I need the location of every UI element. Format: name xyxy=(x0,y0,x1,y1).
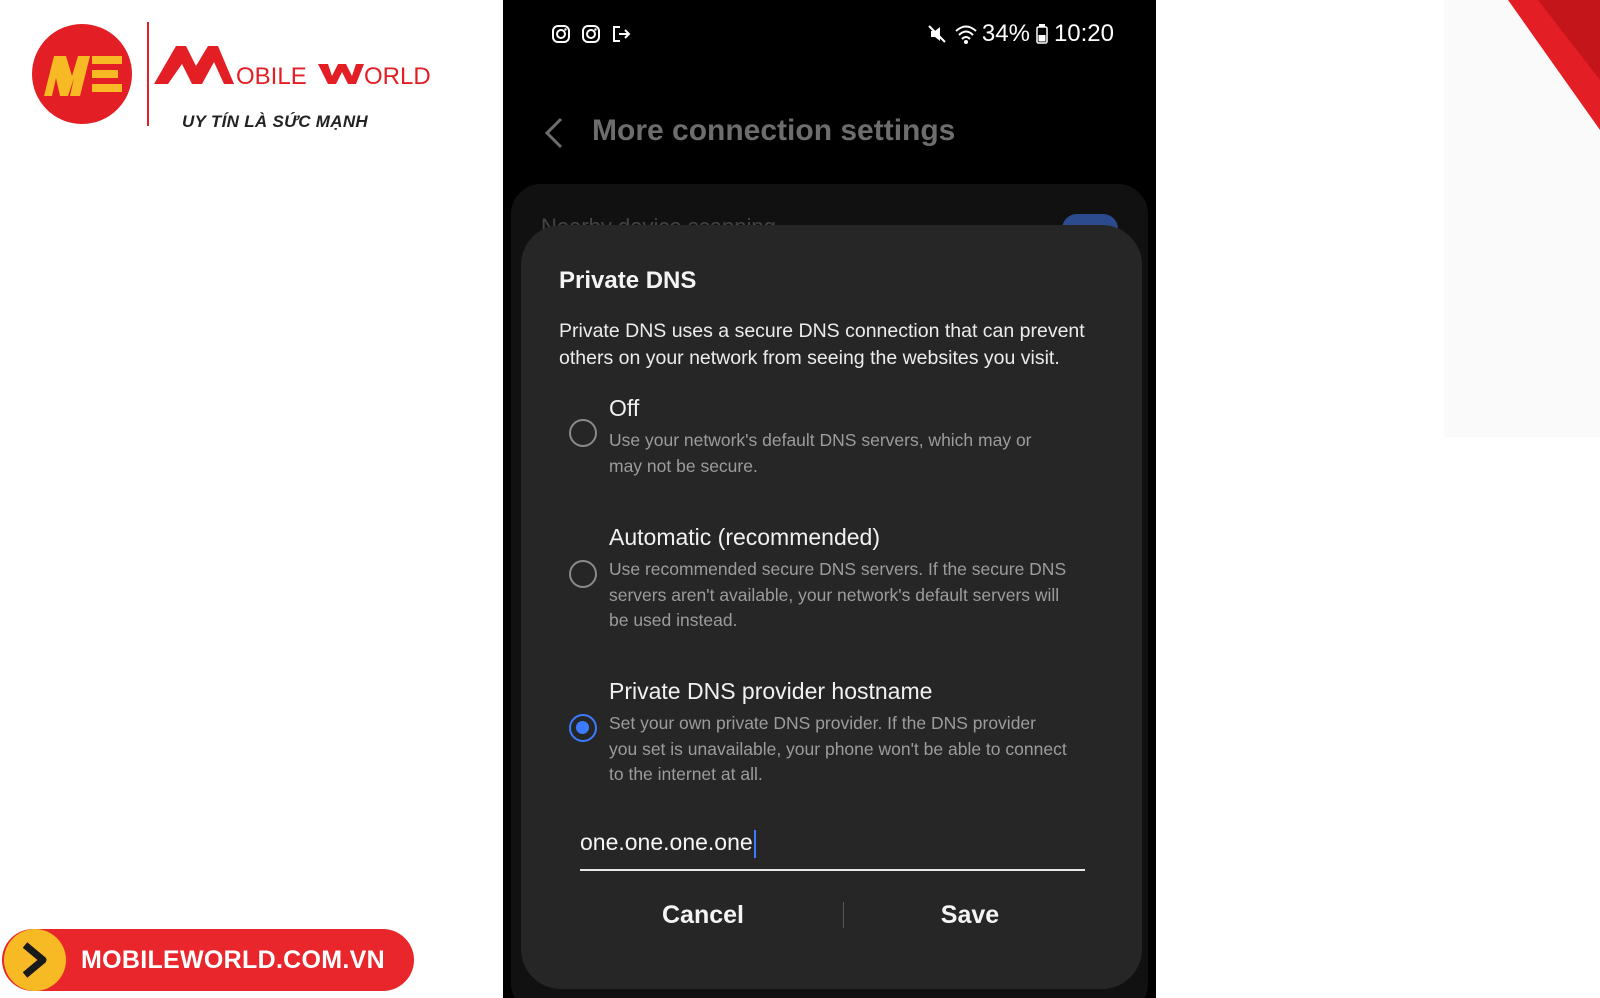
corner-ribbon-decoration xyxy=(1508,0,1600,130)
logo-wordmark: OBILE ORLD xyxy=(152,40,452,110)
page-title: More connection settings xyxy=(592,114,956,147)
mobileworld-logo: OBILE ORLD UY TÍN LÀ SỨC MẠNH xyxy=(30,22,450,132)
battery-percent: 34% xyxy=(981,20,1030,47)
save-button[interactable]: Save xyxy=(845,893,1095,937)
option-title: Private DNS provider hostname xyxy=(609,678,933,704)
chevron-right-icon xyxy=(4,929,66,991)
dialog-description: Private DNS uses a secure DNS connection… xyxy=(559,320,1085,369)
option-title: Off xyxy=(609,395,640,421)
logo-emblem xyxy=(32,24,132,124)
radio-button-automatic[interactable] xyxy=(569,560,597,588)
phone-screen: 34% 10:20 More connection settings Nearb… xyxy=(503,0,1156,998)
text-cursor xyxy=(753,829,756,858)
option-title: Automatic (recommended) xyxy=(609,524,880,550)
instagram-icon xyxy=(551,24,571,44)
radio-button-hostname[interactable] xyxy=(569,714,597,742)
back-arrow-icon[interactable] xyxy=(543,116,565,150)
option-description: Set your own private DNS provider. If th… xyxy=(609,713,1067,784)
option-description: Use your network's default DNS servers, … xyxy=(609,430,1032,476)
svg-text:OBILE: OBILE xyxy=(236,63,307,90)
logo-slogan: UY TÍN LÀ SỨC MẠNH xyxy=(182,112,368,131)
status-bar: 34% 10:20 xyxy=(503,0,1156,70)
svg-text:ORLD: ORLD xyxy=(364,63,431,90)
exit-icon xyxy=(611,24,631,44)
private-dns-dialog: Private DNS Private DNS uses a secure DN… xyxy=(521,225,1142,989)
mute-icon xyxy=(926,23,948,45)
hostname-value-wrap: one.one.one.one xyxy=(580,829,756,858)
app-header: More connection settings xyxy=(503,100,1156,170)
logo-divider xyxy=(147,22,149,126)
radio-button-off[interactable] xyxy=(569,419,597,447)
wifi-icon xyxy=(954,23,977,45)
hostname-input[interactable]: one.one.one.one xyxy=(580,825,1085,871)
website-url: MOBILEWORLD.COM.VN xyxy=(81,946,385,974)
website-banner[interactable]: MOBILEWORLD.COM.VN xyxy=(2,929,414,991)
battery-icon xyxy=(1036,23,1048,45)
dialog-title: Private DNS xyxy=(559,267,697,294)
hostname-value: one.one.one.one xyxy=(580,829,753,855)
instagram-icon xyxy=(581,24,601,44)
status-time: 10:20 xyxy=(1053,20,1114,47)
cancel-button[interactable]: Cancel xyxy=(578,893,828,937)
button-divider xyxy=(843,902,844,928)
option-description: Use recommended secure DNS servers. If t… xyxy=(609,559,1067,630)
